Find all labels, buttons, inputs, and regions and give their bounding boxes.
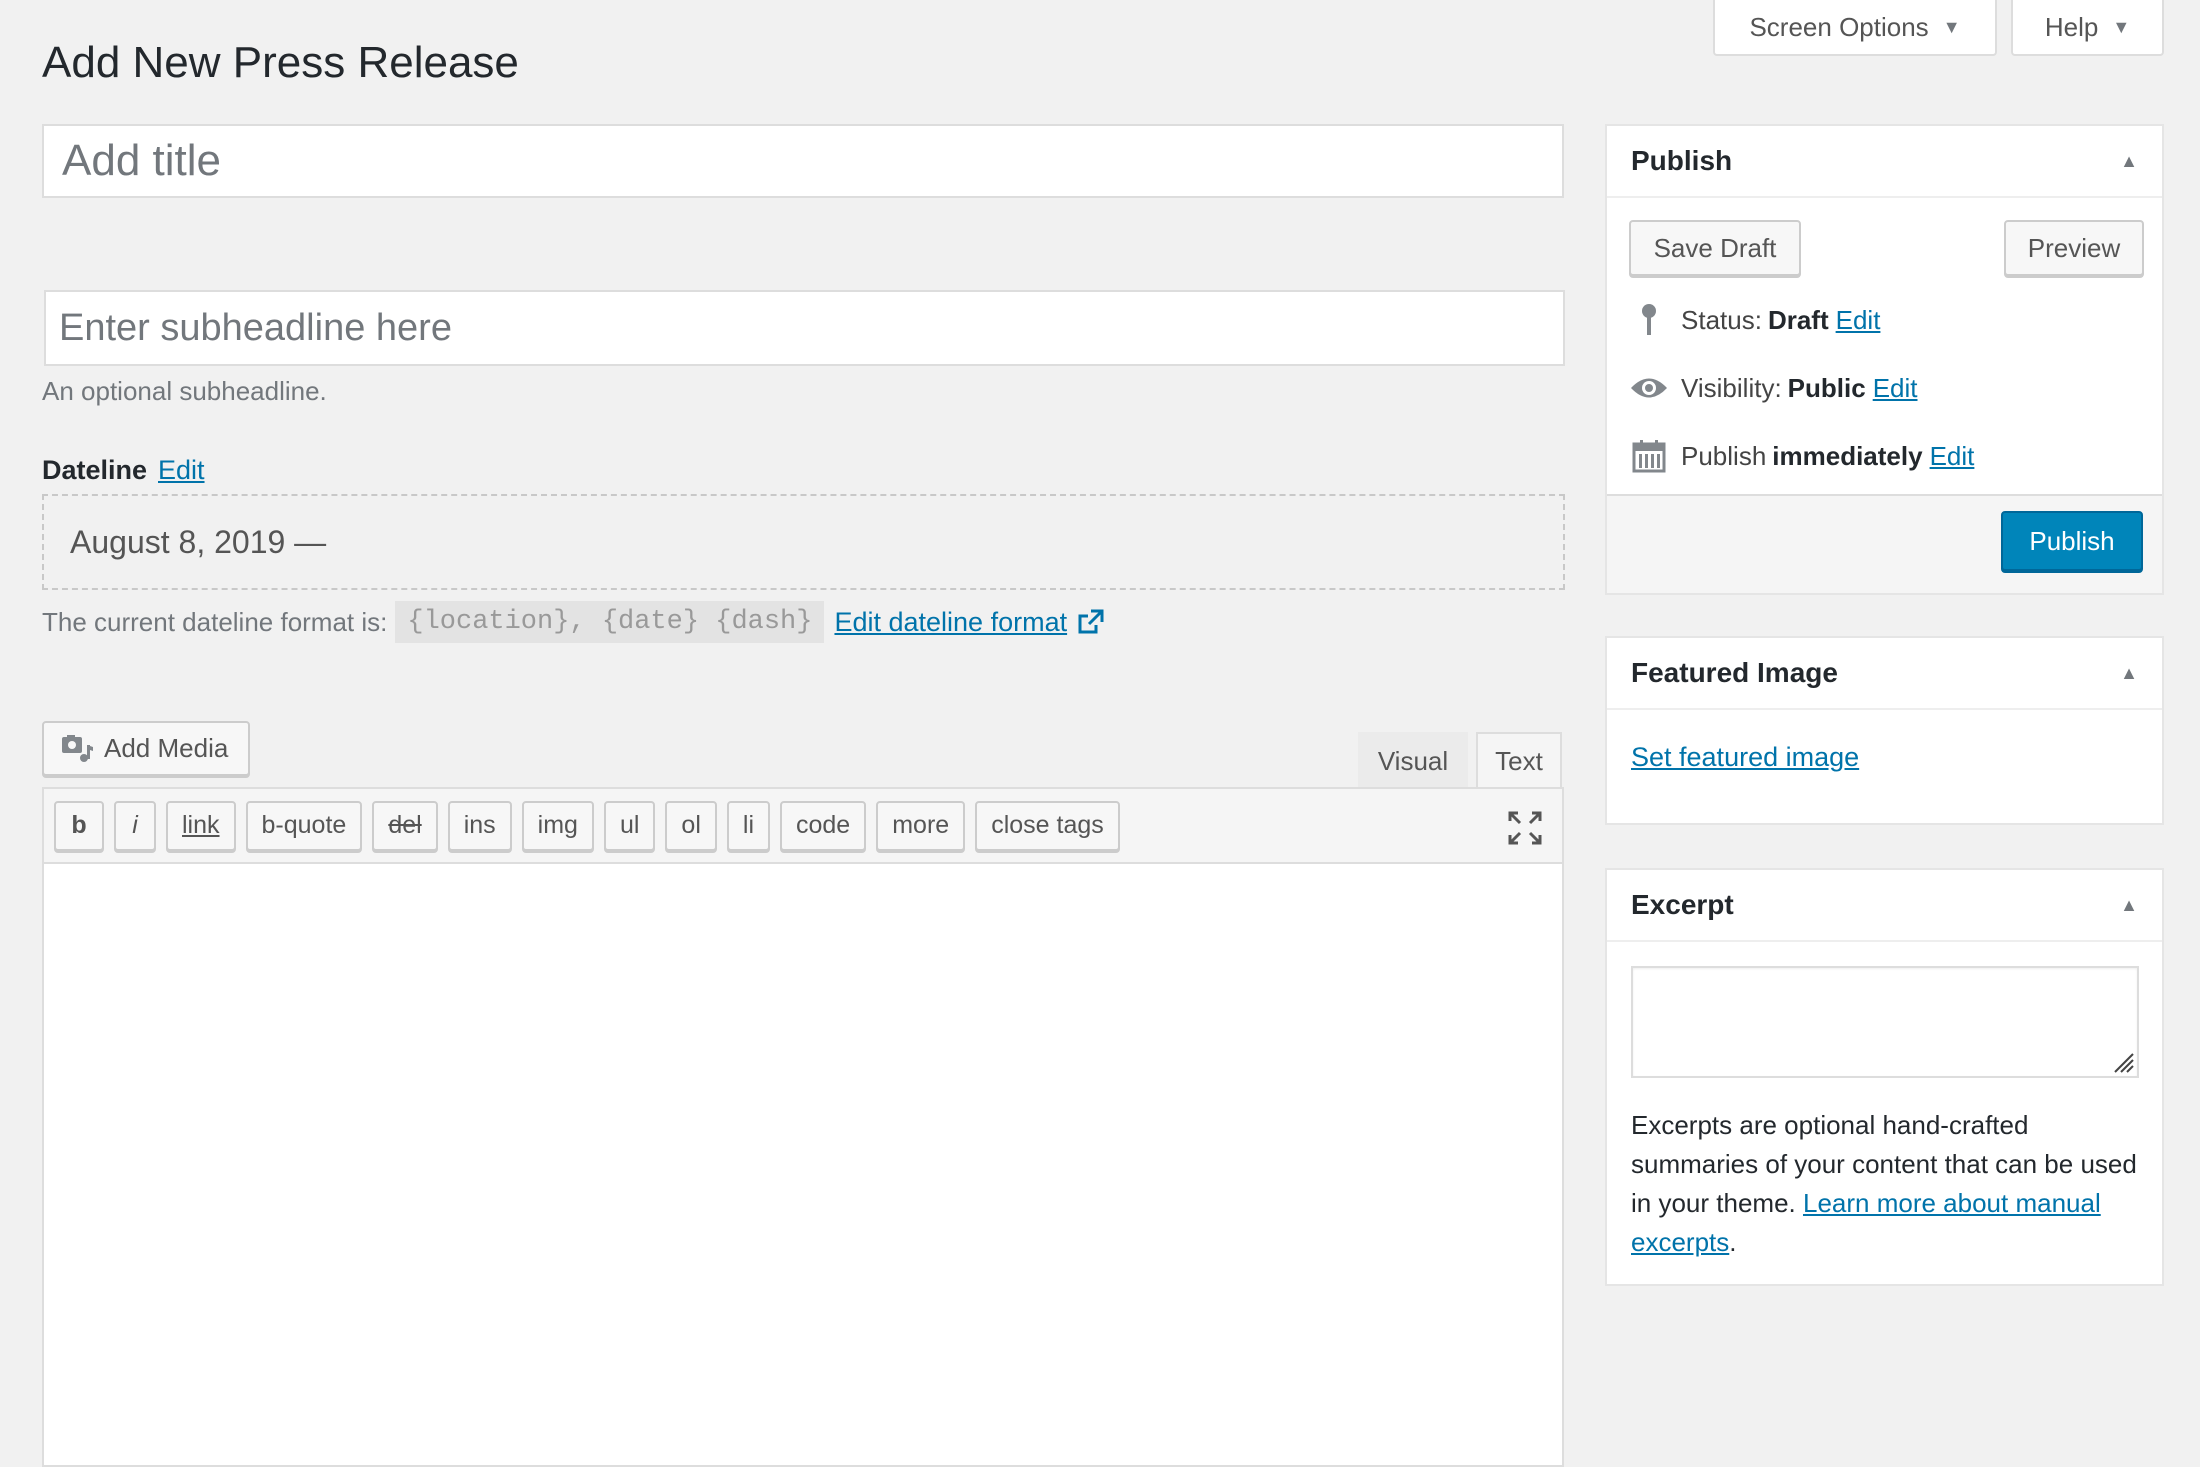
chevron-down-icon: ▼	[2112, 16, 2131, 37]
excerpt-header[interactable]: Excerpt ▲	[1607, 870, 2162, 942]
fullscreen-icon[interactable]	[1508, 811, 1542, 845]
schedule-row: Publish immediately Edit	[1629, 436, 1974, 476]
quicktag-li-button[interactable]: li	[726, 800, 770, 851]
quicktag-blockquote-button[interactable]: b-quote	[245, 800, 363, 851]
pin-icon	[1629, 300, 1669, 340]
quicktag-more-button[interactable]: more	[876, 800, 966, 851]
dateline-label: Dateline	[42, 455, 148, 485]
calendar-icon	[1629, 436, 1669, 476]
publish-button[interactable]: Publish	[2001, 511, 2143, 571]
visibility-edit-link[interactable]: Edit	[1873, 373, 1918, 404]
screen-options-label: Screen Options	[1749, 11, 1929, 42]
status-label: Status:	[1681, 304, 1762, 335]
external-link-icon[interactable]	[1077, 608, 1105, 636]
featured-image-box: Featured Image ▲ Set featured image	[1605, 636, 2164, 825]
collapse-toggle-icon[interactable]: ▲	[2120, 663, 2138, 684]
quicktag-italic-button[interactable]: i	[114, 800, 156, 851]
quicktag-ol-button[interactable]: ol	[665, 800, 717, 851]
quicktag-link-button[interactable]: link	[166, 800, 236, 851]
title-placeholder: Add title	[62, 136, 221, 185]
excerpt-description: Excerpts are optional hand-crafted summa…	[1631, 1106, 2151, 1262]
add-media-icon	[62, 734, 93, 762]
eye-icon	[1629, 368, 1669, 408]
schedule-edit-link[interactable]: Edit	[1930, 441, 1975, 472]
publish-box-title: Publish	[1631, 145, 1733, 176]
quicktag-close-tags-button[interactable]: close tags	[975, 800, 1120, 851]
dateline-format-row: The current dateline format is: {locatio…	[42, 600, 1105, 644]
help-label: Help	[2044, 11, 2099, 42]
save-draft-button[interactable]: Save Draft	[1629, 220, 1801, 276]
visibility-value: Public	[1787, 372, 1866, 403]
status-row: Status: Draft Edit	[1629, 300, 1880, 340]
chevron-down-icon: ▼	[1942, 16, 1961, 37]
edit-dateline-format-link[interactable]: Edit dateline format	[834, 607, 1067, 638]
excerpt-description-period: .	[1729, 1227, 1737, 1257]
editor-textarea[interactable]	[44, 864, 1562, 1464]
quicktag-img-button[interactable]: img	[521, 800, 594, 851]
publish-box: Publish ▲ Save Draft Preview Status: Dra…	[1605, 124, 2164, 595]
dateline-format-prefix: The current dateline format is:	[42, 606, 388, 637]
page-title: Add New Press Release	[42, 38, 519, 87]
excerpt-box: Excerpt ▲ Excerpts are optional hand-cra…	[1605, 868, 2164, 1286]
tab-text[interactable]: Text	[1476, 732, 1562, 789]
dateline-edit-link[interactable]: Edit	[158, 455, 205, 486]
subheadline-description: An optional subheadline.	[42, 376, 327, 406]
add-media-label: Add Media	[104, 733, 229, 763]
resize-handle-icon[interactable]	[2111, 1050, 2135, 1074]
visibility-row: Visibility: Public Edit	[1629, 368, 1918, 408]
featured-image-title: Featured Image	[1631, 657, 1838, 688]
excerpt-textarea[interactable]	[1631, 966, 2139, 1078]
dateline-preview: August 8, 2019 —	[42, 494, 1565, 590]
tab-visual[interactable]: Visual	[1358, 732, 1468, 789]
dateline-format-code: {location}, {date} {dash}	[395, 601, 825, 643]
quicktag-del-button[interactable]: del	[372, 800, 438, 851]
add-media-button[interactable]: Add Media	[42, 721, 250, 776]
status-value: Draft	[1767, 304, 1829, 335]
quicktags-toolbar: b i link b-quote del ins img ul ol li co…	[44, 789, 1562, 864]
preview-button[interactable]: Preview	[2004, 220, 2144, 276]
publishing-actions: Publish	[1607, 494, 2162, 593]
title-input[interactable]: Add title	[42, 124, 1564, 198]
dateline-value: August 8, 2019 —	[70, 523, 327, 560]
featured-image-header[interactable]: Featured Image ▲	[1607, 638, 2162, 710]
status-edit-link[interactable]: Edit	[1836, 305, 1881, 336]
quicktag-code-button[interactable]: code	[780, 800, 867, 851]
quicktag-bold-button[interactable]: b	[54, 800, 104, 851]
set-featured-image-link[interactable]: Set featured image	[1631, 742, 1859, 773]
schedule-value: immediately	[1772, 440, 1923, 471]
quicktag-ins-button[interactable]: ins	[447, 800, 512, 851]
subheadline-input[interactable]: Enter subheadline here	[44, 290, 1565, 366]
editor-container: b i link b-quote del ins img ul ol li co…	[42, 787, 1564, 1467]
screen-options-tab[interactable]: Screen Options ▼	[1713, 0, 1997, 56]
subheadline-placeholder: Enter subheadline here	[59, 306, 452, 349]
help-tab[interactable]: Help ▼	[2011, 0, 2164, 56]
quicktag-ul-button[interactable]: ul	[603, 800, 656, 851]
visibility-label: Visibility:	[1681, 372, 1782, 403]
collapse-toggle-icon[interactable]: ▲	[2120, 895, 2138, 916]
excerpt-title: Excerpt	[1631, 889, 1734, 920]
editor-tabs: Visual Text	[1358, 732, 1562, 789]
publish-box-header[interactable]: Publish ▲	[1607, 126, 2162, 198]
collapse-toggle-icon[interactable]: ▲	[2120, 151, 2138, 172]
schedule-label: Publish	[1681, 440, 1767, 471]
